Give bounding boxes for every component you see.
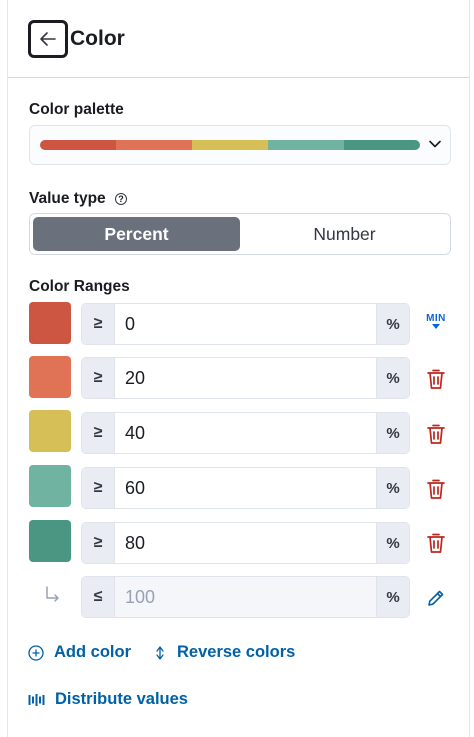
unit-label: % bbox=[376, 413, 409, 453]
unit-label: % bbox=[376, 577, 409, 617]
color-swatch[interactable] bbox=[29, 356, 71, 398]
range-max-value: 100 bbox=[125, 587, 156, 607]
chevron-down-icon bbox=[429, 140, 441, 148]
arrow-corner-icon bbox=[46, 586, 59, 602]
operator-label: ≥ bbox=[82, 523, 115, 563]
range-value[interactable]: 40 bbox=[125, 413, 145, 453]
page-title: Color bbox=[70, 27, 125, 50]
distribute-icon bbox=[28, 693, 45, 706]
plus-circle-icon bbox=[28, 644, 44, 661]
min-icon: MIN bbox=[424, 314, 448, 330]
color-ranges-label: Color Ranges bbox=[29, 278, 130, 295]
color-palette-label: Color palette bbox=[29, 101, 124, 118]
trash-icon bbox=[427, 479, 445, 499]
range-input[interactable]: ≥ 40 % bbox=[81, 412, 410, 454]
unit-label: % bbox=[376, 304, 409, 344]
distribute-values-button[interactable]: Distribute values bbox=[28, 690, 188, 709]
use-min-button[interactable]: MIN bbox=[424, 310, 448, 334]
range-max-input: ≤ 100 % bbox=[81, 576, 410, 618]
delete-range-button[interactable] bbox=[424, 477, 448, 501]
trash-icon bbox=[427, 533, 445, 553]
delete-range-button[interactable] bbox=[424, 422, 448, 446]
palette-stop bbox=[344, 140, 420, 150]
edit-max-button[interactable] bbox=[424, 586, 448, 610]
color-swatch[interactable] bbox=[29, 465, 71, 507]
color-swatch[interactable] bbox=[29, 410, 71, 452]
range-value[interactable]: 80 bbox=[125, 523, 145, 563]
unit-label: % bbox=[376, 358, 409, 398]
distribute-values-label: Distribute values bbox=[55, 690, 188, 708]
delete-range-button[interactable] bbox=[424, 367, 448, 391]
question-icon[interactable]: ? bbox=[115, 193, 127, 205]
color-swatch[interactable] bbox=[29, 302, 71, 344]
reverse-colors-button[interactable]: Reverse colors bbox=[153, 643, 295, 662]
delete-range-button[interactable] bbox=[424, 531, 448, 555]
add-color-button[interactable]: Add color bbox=[28, 643, 131, 662]
range-value[interactable]: 20 bbox=[125, 358, 145, 398]
palette-preview bbox=[40, 140, 420, 150]
min-text: MIN bbox=[426, 313, 446, 324]
flyout-header: Color bbox=[8, 0, 469, 78]
trash-icon bbox=[427, 369, 445, 389]
trash-icon bbox=[427, 424, 445, 444]
palette-stop bbox=[116, 140, 192, 150]
color-palette-select[interactable] bbox=[29, 125, 451, 165]
value-type-label: Value type bbox=[29, 190, 106, 207]
range-value[interactable]: 0 bbox=[125, 304, 135, 344]
range-value[interactable]: 60 bbox=[125, 468, 145, 508]
palette-stop bbox=[192, 140, 268, 150]
operator-label: ≥ bbox=[82, 413, 115, 453]
operator-label: ≤ bbox=[82, 577, 115, 617]
range-input[interactable]: ≥ 60 % bbox=[81, 467, 410, 509]
unit-label: % bbox=[376, 523, 409, 563]
palette-stop bbox=[268, 140, 344, 150]
add-color-label: Add color bbox=[54, 643, 131, 661]
arrow-left-icon bbox=[40, 32, 56, 46]
panel-left-border bbox=[7, 0, 8, 737]
operator-label: ≥ bbox=[82, 358, 115, 398]
pencil-icon bbox=[428, 590, 444, 606]
range-input[interactable]: ≥ 80 % bbox=[81, 522, 410, 564]
back-button[interactable] bbox=[28, 20, 68, 58]
unit-label: % bbox=[376, 468, 409, 508]
value-type-toggle: Percent Number bbox=[29, 213, 451, 255]
range-input[interactable]: ≥ 0 % bbox=[81, 303, 410, 345]
operator-label: ≥ bbox=[82, 304, 115, 344]
toggle-percent[interactable]: Percent bbox=[33, 217, 240, 251]
sort-icon bbox=[156, 645, 164, 660]
range-input[interactable]: ≥ 20 % bbox=[81, 357, 410, 399]
panel-right-border bbox=[469, 0, 470, 737]
color-swatch[interactable] bbox=[29, 520, 71, 562]
reverse-colors-label: Reverse colors bbox=[177, 643, 296, 661]
palette-stop bbox=[40, 140, 116, 150]
operator-label: ≥ bbox=[82, 468, 115, 508]
toggle-number[interactable]: Number bbox=[242, 217, 447, 251]
